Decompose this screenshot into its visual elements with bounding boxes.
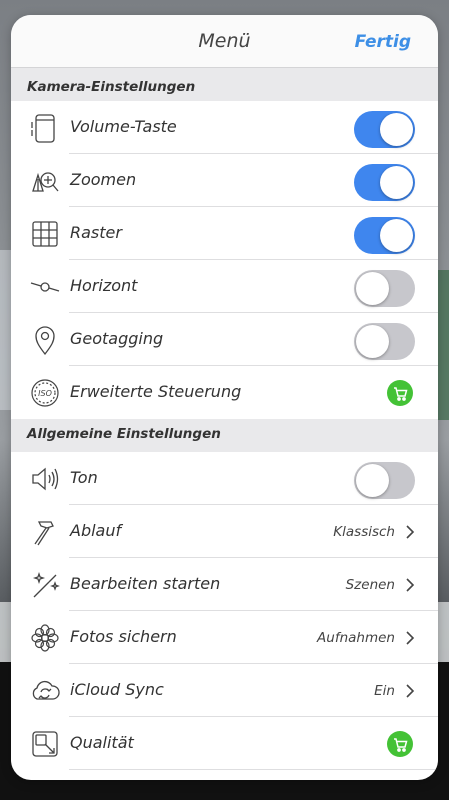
row-label: Erweiterte Steuerung: [70, 382, 242, 401]
row-value: Ein: [374, 683, 395, 699]
zoom-toggle[interactable]: [354, 164, 415, 201]
navigation-bar: Menü Fertig: [11, 15, 438, 68]
chevron-right-icon: [404, 630, 416, 646]
magic-wand-icon: [29, 569, 61, 601]
row-label: iCloud Sync: [70, 680, 164, 699]
row-sound: Ton: [11, 452, 438, 505]
phone-volume-icon: [29, 112, 61, 144]
horizon-toggle[interactable]: [354, 270, 415, 307]
horizon-icon: [29, 271, 61, 303]
svg-text:ISO: ISO: [38, 389, 52, 398]
row-advanced-controls[interactable]: ISO Erweiterte Steuerung: [11, 366, 438, 419]
location-pin-icon: [29, 324, 61, 356]
volume-button-toggle[interactable]: [354, 111, 415, 148]
row-label: Bearbeiten starten: [70, 574, 221, 593]
row-save-photos[interactable]: Fotos sichern Aufnahmen: [11, 611, 438, 664]
chevron-right-icon: [404, 577, 416, 593]
row-workflow[interactable]: Ablauf Klassisch: [11, 505, 438, 558]
row-label: Zoomen: [70, 170, 137, 189]
row-value: Szenen: [345, 577, 395, 593]
row-label: Raster: [70, 223, 122, 242]
row-label: Ablauf: [70, 521, 122, 540]
row-start-editing[interactable]: Bearbeiten starten Szenen: [11, 558, 438, 611]
row-value: Klassisch: [333, 524, 395, 540]
section-header-general: Allgemeine Einstellungen: [11, 419, 438, 452]
settings-menu-panel: Menü Fertig Kamera-Einstellungen Volume-…: [11, 15, 438, 780]
quality-icon: [29, 728, 61, 760]
zoom-icon: [29, 165, 61, 197]
iso-icon: ISO: [29, 377, 61, 409]
row-icloud-sync[interactable]: iCloud Sync Ein: [11, 664, 438, 717]
speaker-icon: [29, 463, 61, 495]
row-zoom: Zoomen: [11, 154, 438, 207]
cloud-sync-icon: [29, 675, 61, 707]
row-quality[interactable]: Qualität: [11, 717, 438, 770]
row-partial: [11, 770, 438, 780]
row-label: Fotos sichern: [70, 627, 177, 646]
section-header-camera: Kamera-Einstellungen: [11, 68, 438, 101]
row-grid: Raster: [11, 207, 438, 260]
chevron-right-icon: [404, 524, 416, 540]
hammer-icon: [29, 516, 61, 548]
row-label: Horizont: [70, 276, 138, 295]
cart-icon[interactable]: [387, 380, 413, 406]
row-volume-button: Volume-Taste: [11, 101, 438, 154]
row-horizon: Horizont: [11, 260, 438, 313]
row-geotagging: Geotagging: [11, 313, 438, 366]
row-label: Volume-Taste: [70, 117, 177, 136]
flower-icon: [29, 622, 61, 654]
grid-toggle[interactable]: [354, 217, 415, 254]
done-button[interactable]: Fertig: [355, 32, 411, 52]
row-value: Aufnahmen: [317, 630, 395, 646]
grid-icon: [29, 218, 61, 250]
geotagging-toggle[interactable]: [354, 323, 415, 360]
cart-icon[interactable]: [387, 731, 413, 757]
row-label: Ton: [70, 468, 98, 487]
row-label: Qualität: [70, 733, 134, 752]
row-label: Geotagging: [70, 329, 164, 348]
chevron-right-icon: [404, 683, 416, 699]
sound-toggle[interactable]: [354, 462, 415, 499]
